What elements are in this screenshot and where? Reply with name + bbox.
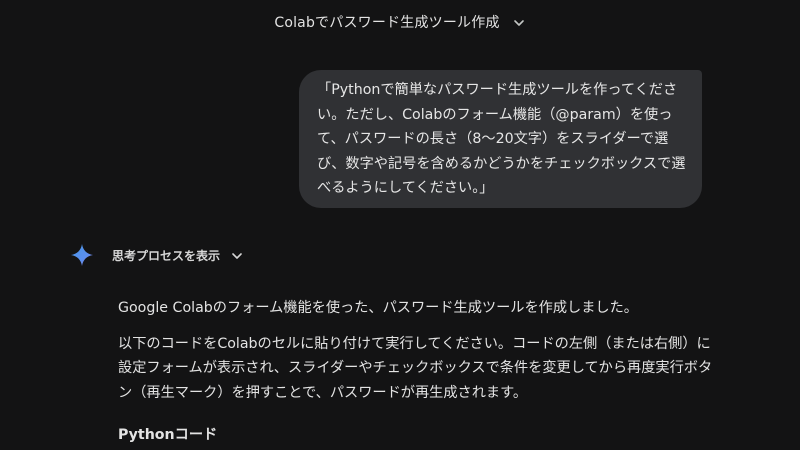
assistant-response: Google Colabのフォーム機能を使った、パスワード生成ツールを作成しまし… xyxy=(118,296,718,447)
conversation-title: Colabでパスワード生成ツール作成 xyxy=(274,15,500,31)
chevron-down-icon xyxy=(230,248,244,262)
gemini-sparkle-icon xyxy=(70,243,94,267)
user-message-text: 「Pythonで簡単なパスワード生成ツールを作ってください。ただし、Colabの… xyxy=(317,82,686,196)
conversation-title-dropdown[interactable]: Colabでパスワード生成ツール作成 xyxy=(0,0,800,44)
chevron-down-icon xyxy=(512,15,526,29)
response-paragraph: 以下のコードをColabのセルに貼り付けて実行してください。コードの左側（または… xyxy=(118,335,713,401)
show-thinking-label: 思考プロセスを表示 xyxy=(112,248,221,263)
response-paragraph: Google Colabのフォーム機能を使った、パスワード生成ツールを作成しまし… xyxy=(118,300,638,316)
show-thinking-toggle[interactable]: 思考プロセスを表示 xyxy=(70,242,244,268)
chat-page: Colabでパスワード生成ツール作成 「Pythonで簡単なパスワード生成ツール… xyxy=(0,0,800,450)
user-message-bubble: 「Pythonで簡単なパスワード生成ツールを作ってください。ただし、Colabの… xyxy=(299,70,702,208)
code-section-heading: Pythonコード xyxy=(118,427,218,443)
